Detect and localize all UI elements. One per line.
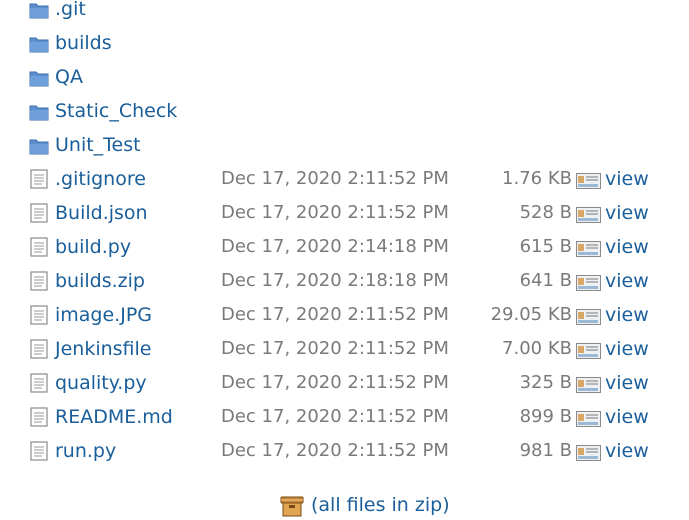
file-modified-date: Dec 17, 2020 2:11:52 PM bbox=[221, 168, 449, 189]
file-row: Build.json Dec 17, 2020 2:11:52 PM 528 B vi… bbox=[0, 196, 689, 230]
file-modified-date: Dec 17, 2020 2:11:52 PM bbox=[221, 338, 449, 359]
file-modified-date: Dec 17, 2020 2:11:52 PM bbox=[221, 304, 449, 325]
file-list: .git builds QA Static_Check Unit_Test .gitign… bbox=[0, 0, 689, 468]
folder-icon bbox=[29, 1, 49, 19]
view-file-icon[interactable] bbox=[576, 309, 601, 325]
all-files-zip-label[interactable]: (all files in zip) bbox=[311, 490, 450, 520]
file-name-link[interactable]: Build.json bbox=[55, 196, 148, 230]
folder-row[interactable]: .git bbox=[0, 0, 689, 26]
folder-icon bbox=[29, 137, 49, 155]
file-name-link[interactable]: build.py bbox=[55, 230, 131, 264]
file-modified-date: Dec 17, 2020 2:11:52 PM bbox=[221, 406, 449, 427]
view-file-icon[interactable] bbox=[576, 275, 601, 291]
file-modified-date: Dec 17, 2020 2:14:18 PM bbox=[221, 236, 449, 257]
file-row: image.JPG Dec 17, 2020 2:11:52 PM 29.05 KB… bbox=[0, 298, 689, 332]
file-row: README.md Dec 17, 2020 2:11:52 PM 899 B vie… bbox=[0, 400, 689, 434]
file-icon bbox=[29, 271, 49, 291]
view-link[interactable]: view bbox=[605, 298, 649, 332]
file-size: 981 B bbox=[519, 440, 572, 461]
file-name-link[interactable]: README.md bbox=[55, 400, 173, 434]
view-file-icon[interactable] bbox=[576, 343, 601, 359]
file-modified-date: Dec 17, 2020 2:11:52 PM bbox=[221, 372, 449, 393]
folder-name-link[interactable]: builds bbox=[55, 26, 112, 60]
file-size: 1.76 KB bbox=[502, 168, 572, 189]
view-file-icon[interactable] bbox=[576, 207, 601, 223]
view-link[interactable]: view bbox=[605, 400, 649, 434]
folder-icon bbox=[29, 103, 49, 121]
folder-icon bbox=[29, 69, 49, 87]
file-name-link[interactable]: .gitignore bbox=[55, 162, 146, 196]
file-icon bbox=[29, 373, 49, 393]
folder-name-link[interactable]: QA bbox=[55, 60, 83, 94]
file-size: 641 B bbox=[519, 270, 572, 291]
view-file-icon[interactable] bbox=[576, 445, 601, 461]
file-row: build.py Dec 17, 2020 2:14:18 PM 615 B view bbox=[0, 230, 689, 264]
file-name-link[interactable]: image.JPG bbox=[55, 298, 152, 332]
file-name-link[interactable]: builds.zip bbox=[55, 264, 145, 298]
file-name-link[interactable]: quality.py bbox=[55, 366, 147, 400]
view-link[interactable]: view bbox=[605, 366, 649, 400]
file-row: quality.py Dec 17, 2020 2:11:52 PM 325 B vi… bbox=[0, 366, 689, 400]
view-link[interactable]: view bbox=[605, 332, 649, 366]
folder-row[interactable]: Unit_Test bbox=[0, 128, 689, 162]
file-name-link[interactable]: run.py bbox=[55, 434, 116, 468]
file-icon bbox=[29, 441, 49, 461]
view-file-icon[interactable] bbox=[576, 377, 601, 393]
folder-name-link[interactable]: Unit_Test bbox=[55, 128, 141, 162]
folder-row[interactable]: QA bbox=[0, 60, 689, 94]
file-browser: .git builds QA Static_Check Unit_Test .gitign… bbox=[0, 0, 689, 520]
file-icon bbox=[29, 305, 49, 325]
file-icon bbox=[29, 339, 49, 359]
file-icon bbox=[29, 169, 49, 189]
file-modified-date: Dec 17, 2020 2:11:52 PM bbox=[221, 202, 449, 223]
view-link[interactable]: view bbox=[605, 434, 649, 468]
zip-archive-icon bbox=[280, 495, 304, 517]
folder-name-link[interactable]: .git bbox=[55, 0, 86, 26]
file-size: 615 B bbox=[519, 236, 572, 257]
file-icon bbox=[29, 203, 49, 223]
file-modified-date: Dec 17, 2020 2:18:18 PM bbox=[221, 270, 449, 291]
file-row: run.py Dec 17, 2020 2:11:52 PM 981 B view bbox=[0, 434, 689, 468]
view-link[interactable]: view bbox=[605, 264, 649, 298]
view-link[interactable]: view bbox=[605, 162, 649, 196]
file-name-link[interactable]: Jenkinsfile bbox=[55, 332, 152, 366]
file-row: builds.zip Dec 17, 2020 2:18:18 PM 641 B vi… bbox=[0, 264, 689, 298]
file-row: .gitignore Dec 17, 2020 2:11:52 PM 1.76 KB… bbox=[0, 162, 689, 196]
file-size: 29.05 KB bbox=[490, 304, 572, 325]
view-file-icon[interactable] bbox=[576, 411, 601, 427]
file-modified-date: Dec 17, 2020 2:11:52 PM bbox=[221, 440, 449, 461]
file-size: 528 B bbox=[519, 202, 572, 223]
folder-row[interactable]: Static_Check bbox=[0, 94, 689, 128]
view-file-icon[interactable] bbox=[576, 241, 601, 257]
view-link[interactable]: view bbox=[605, 230, 649, 264]
view-link[interactable]: view bbox=[605, 196, 649, 230]
file-size: 899 B bbox=[519, 406, 572, 427]
file-size: 325 B bbox=[519, 372, 572, 393]
file-size: 7.00 KB bbox=[502, 338, 572, 359]
folder-row[interactable]: builds bbox=[0, 26, 689, 60]
view-file-icon[interactable] bbox=[576, 173, 601, 189]
file-row: Jenkinsfile Dec 17, 2020 2:11:52 PM 7.00 K… bbox=[0, 332, 689, 366]
file-icon bbox=[29, 237, 49, 257]
folder-icon bbox=[29, 35, 49, 53]
file-icon bbox=[29, 407, 49, 427]
folder-name-link[interactable]: Static_Check bbox=[55, 94, 177, 128]
